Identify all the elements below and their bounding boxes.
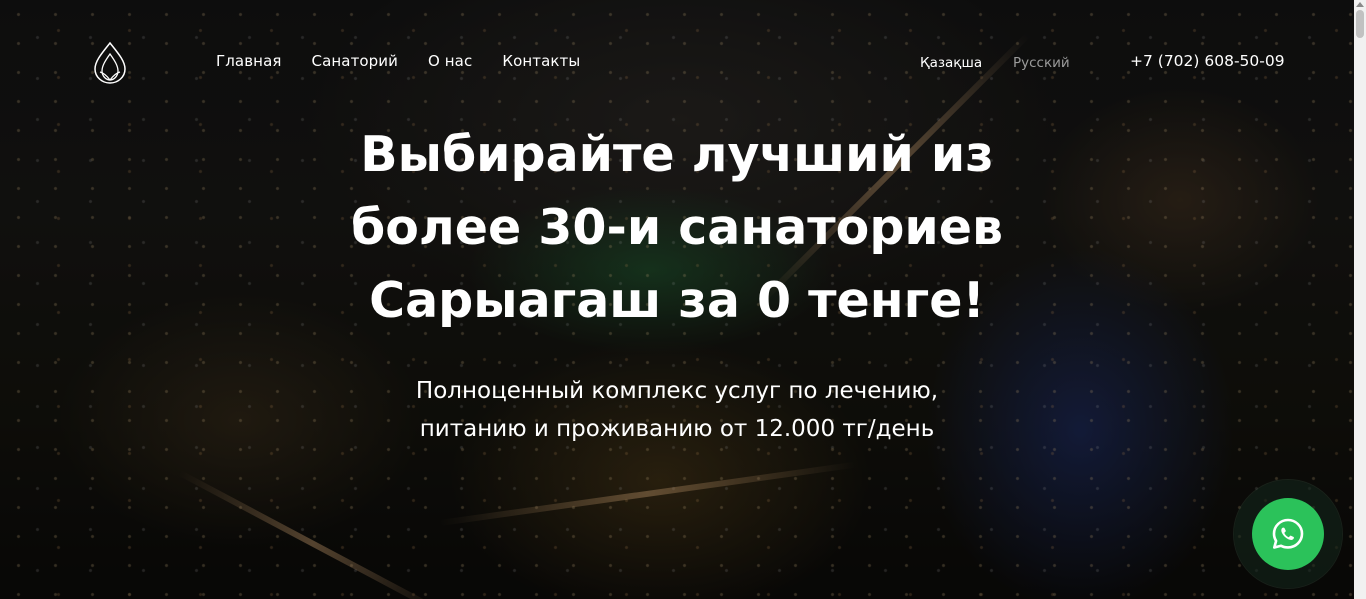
- hero-subline-line: Полноценный комплекс услуг по лечению,: [415, 378, 939, 404]
- hero-subline: Полноценный комплекс услуг по лечению, п…: [0, 372, 1354, 448]
- whatsapp-icon: [1272, 518, 1304, 549]
- nav-link-sanatorium[interactable]: Санаторий: [312, 52, 399, 70]
- main-nav: Главная Санаторий О нас Контакты: [216, 52, 610, 70]
- hero-headline-line: Сарыагаш за 0 тенге!: [369, 272, 985, 329]
- lotus-drop-logo-icon: [94, 41, 126, 84]
- hero-headline-line: более 30-и санаториев: [351, 199, 1003, 256]
- site-logo[interactable]: [88, 40, 132, 86]
- lang-kazakh[interactable]: Қазақша: [920, 55, 982, 71]
- hero-headline-line: Выбирайте лучший из: [360, 126, 994, 183]
- nav-link-home[interactable]: Главная: [216, 52, 282, 70]
- scrollbar-thumb[interactable]: [1356, 10, 1364, 38]
- page-scrollbar[interactable]: [1354, 0, 1366, 599]
- whatsapp-button[interactable]: [1252, 498, 1324, 570]
- nav-link-contacts[interactable]: Контакты: [502, 52, 580, 70]
- hero-subline-line: питанию и проживанию от 12.000 тг/день: [419, 416, 935, 442]
- nav-link-about[interactable]: О нас: [428, 52, 472, 70]
- hero-section: Главная Санаторий О нас Контакты Қазақша…: [0, 0, 1366, 599]
- hero-headline: Выбирайте лучший из более 30-и санаторие…: [0, 118, 1354, 337]
- lang-russian[interactable]: Русский: [1013, 55, 1070, 71]
- scroll-up-arrow-icon[interactable]: [1356, 2, 1364, 7]
- phone-link[interactable]: +7 (702) 608-50-09: [1130, 52, 1285, 70]
